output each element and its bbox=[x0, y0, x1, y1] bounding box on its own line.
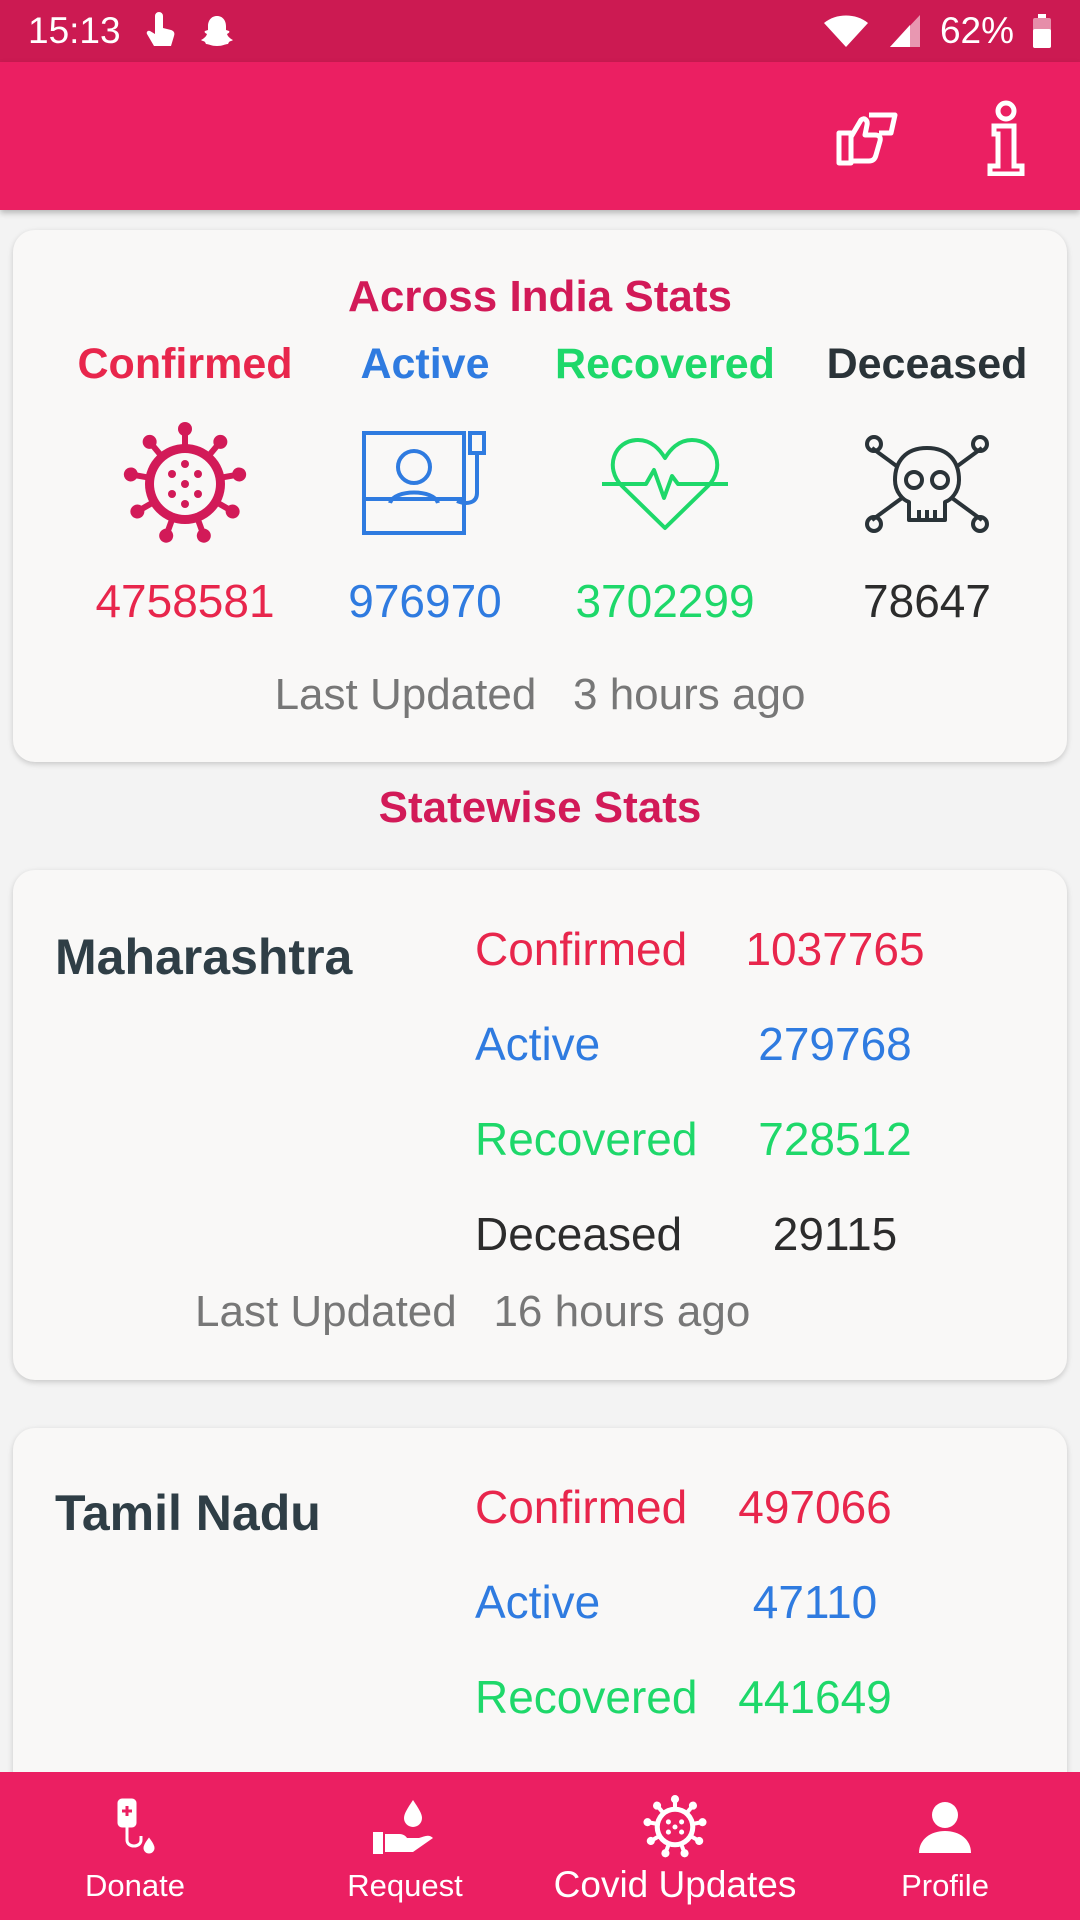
nav-donate[interactable]: Donate bbox=[0, 1772, 270, 1920]
row-label: Confirmed bbox=[475, 923, 688, 975]
row-label: Active bbox=[475, 1018, 601, 1070]
state-card[interactable]: Tamil Nadu Confirmed 497066 Active 47110… bbox=[13, 1428, 1067, 1772]
touch-icon bbox=[143, 12, 177, 50]
india-last-updated: Last Updated 3 hours ago bbox=[13, 670, 1067, 720]
person-icon bbox=[917, 1792, 973, 1862]
nav-covid-updates[interactable]: Covid Updates bbox=[540, 1772, 810, 1920]
india-stats-card: Across India Stats Confirmed 4758581 Act… bbox=[13, 230, 1067, 762]
nav-request[interactable]: Request bbox=[270, 1772, 540, 1920]
row-value: 279768 bbox=[758, 1018, 912, 1070]
bottom-nav: Donate Request Covid Updates Profile bbox=[0, 1772, 1080, 1920]
stat-confirmed-value: 4758581 bbox=[95, 575, 275, 627]
nav-request-label: Request bbox=[347, 1868, 463, 1903]
state-row-active: Active 47110 bbox=[475, 1575, 995, 1635]
stat-confirmed: Confirmed 4758581 bbox=[55, 340, 315, 628]
snapchat-icon bbox=[199, 13, 235, 49]
battery-percent: 62% bbox=[939, 10, 1014, 51]
stat-recovered: Recovered 3702299 bbox=[535, 340, 795, 628]
row-value: 441649 bbox=[738, 1671, 892, 1723]
nav-donate-label: Donate bbox=[85, 1868, 185, 1903]
nav-profile[interactable]: Profile bbox=[810, 1772, 1080, 1920]
row-label: Confirmed bbox=[475, 1481, 688, 1533]
row-label: Active bbox=[475, 1576, 601, 1628]
state-row-confirmed: Confirmed 497066 bbox=[475, 1480, 995, 1540]
hand-drop-icon bbox=[371, 1792, 439, 1862]
row-value: 29115 bbox=[772, 1208, 898, 1260]
content: Across India Stats Confirmed 4758581 Act… bbox=[0, 210, 1080, 1772]
stat-deceased-value: 78647 bbox=[863, 575, 991, 627]
heartbeat-icon bbox=[535, 414, 795, 554]
info-icon[interactable] bbox=[968, 100, 1044, 176]
state-row-active: Active 279768 bbox=[475, 1017, 995, 1077]
stat-deceased: Deceased 78647 bbox=[797, 340, 1057, 628]
nav-profile-label: Profile bbox=[901, 1868, 989, 1903]
state-card[interactable]: Maharashtra Confirmed 1037765 Active 279… bbox=[13, 870, 1067, 1380]
skull-crossbones-icon bbox=[797, 414, 1057, 554]
signal-icon bbox=[888, 13, 922, 49]
stat-recovered-label: Recovered bbox=[555, 340, 775, 388]
state-row-deceased: Deceased 29115 bbox=[475, 1207, 995, 1267]
india-updated-value: 3 hours ago bbox=[573, 670, 806, 719]
stat-confirmed-label: Confirmed bbox=[77, 340, 293, 388]
india-stats-title: Across India Stats bbox=[348, 272, 732, 321]
state-updated-value: 16 hours ago bbox=[493, 1287, 751, 1336]
india-updated-label: Last Updated bbox=[274, 670, 537, 719]
state-row-recovered: Recovered 728512 bbox=[475, 1112, 995, 1172]
battery-icon bbox=[1032, 13, 1052, 49]
patient-bed-icon bbox=[295, 414, 555, 554]
virus-icon bbox=[55, 414, 315, 554]
virus-icon bbox=[642, 1792, 708, 1862]
stat-active: Active 976970 bbox=[295, 340, 555, 628]
feedback-icon[interactable] bbox=[830, 100, 906, 176]
row-value: 47110 bbox=[752, 1576, 878, 1628]
row-label: Deceased bbox=[475, 1208, 683, 1260]
row-value: 497066 bbox=[738, 1481, 892, 1533]
stat-deceased-label: Deceased bbox=[826, 340, 1028, 388]
status-bar: 15:13 62% bbox=[0, 0, 1080, 62]
state-row-recovered: Recovered 441649 bbox=[475, 1670, 995, 1730]
nav-covid-updates-label: Covid Updates bbox=[553, 1864, 797, 1905]
state-last-updated: Last Updated 16 hours ago bbox=[195, 1287, 750, 1337]
row-value: 1037765 bbox=[745, 923, 925, 975]
stat-active-value: 976970 bbox=[348, 575, 502, 627]
state-name: Maharashtra bbox=[55, 929, 353, 985]
state-name: Tamil Nadu bbox=[55, 1485, 321, 1541]
row-label: Recovered bbox=[475, 1671, 698, 1723]
stat-active-label: Active bbox=[360, 340, 490, 388]
blood-bag-icon bbox=[113, 1792, 157, 1862]
row-value: 728512 bbox=[758, 1113, 912, 1165]
statewise-title: Statewise Stats bbox=[378, 783, 702, 832]
state-row-confirmed: Confirmed 1037765 bbox=[475, 922, 995, 982]
row-label: Recovered bbox=[475, 1113, 698, 1165]
status-time: 15:13 bbox=[28, 10, 121, 51]
stat-recovered-value: 3702299 bbox=[575, 575, 755, 627]
state-updated-label: Last Updated bbox=[195, 1287, 457, 1336]
app-bar bbox=[0, 62, 1080, 210]
wifi-icon bbox=[822, 13, 870, 49]
